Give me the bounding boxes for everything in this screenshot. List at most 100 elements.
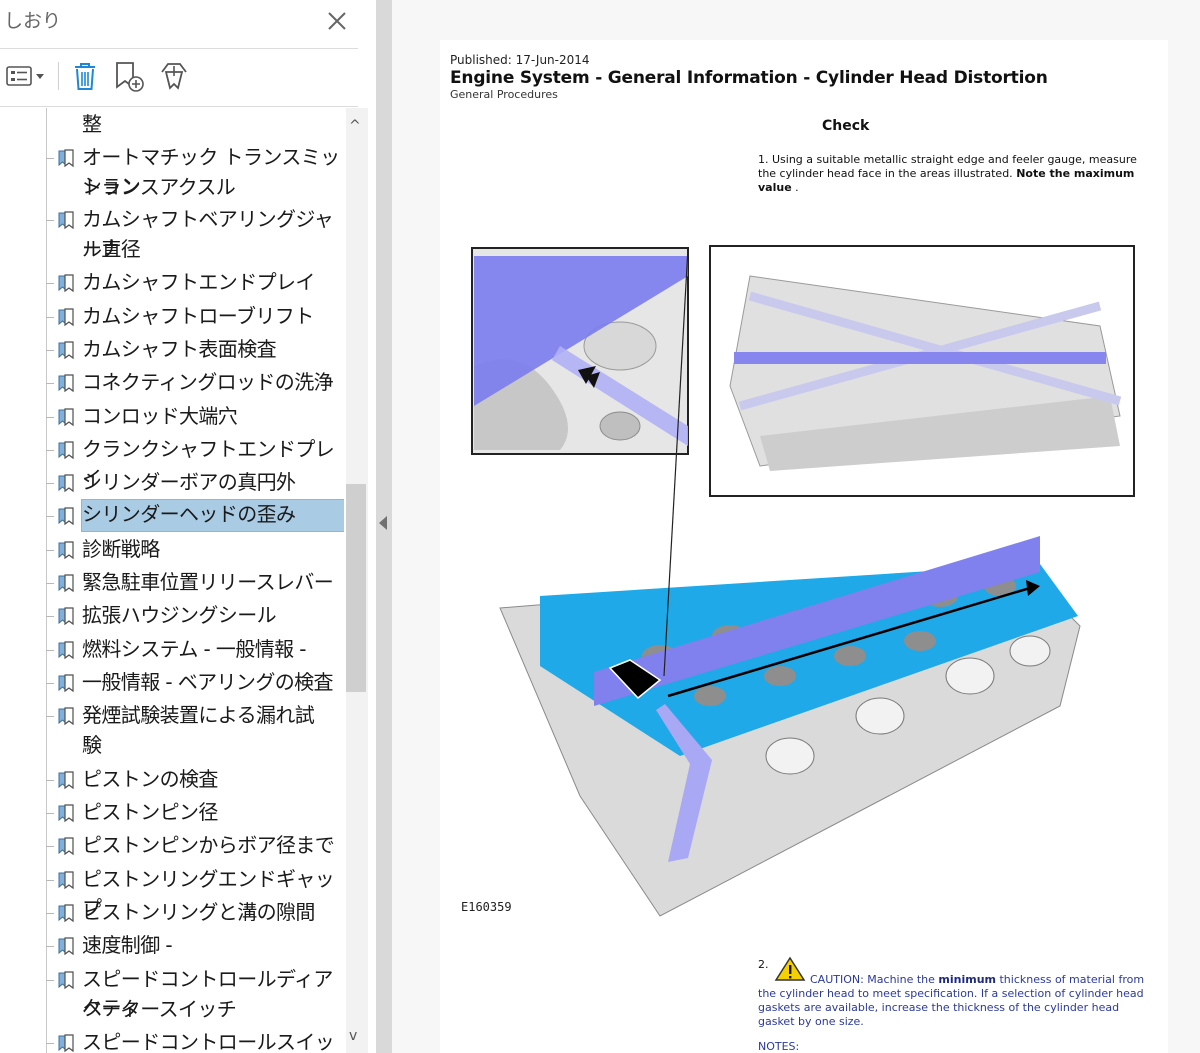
caution-bold: minimum xyxy=(938,973,996,986)
bookmark-icon xyxy=(58,971,74,990)
bookmark-icon xyxy=(58,211,74,230)
bookmark-label: 診断戦略 xyxy=(82,537,160,561)
divider xyxy=(0,106,358,107)
bookmark-label: ピストンピン径 xyxy=(82,800,218,824)
bookmark-icon xyxy=(58,871,74,890)
expand-bookmark-icon[interactable] xyxy=(156,58,192,94)
new-bookmark-icon[interactable] xyxy=(112,58,148,94)
bookmark-label: トランスアクスル xyxy=(82,175,236,199)
tree-connector xyxy=(46,913,54,914)
bookmark-icon xyxy=(58,507,74,526)
collapse-arrow-icon[interactable] xyxy=(379,516,387,530)
tree-connector xyxy=(46,283,54,284)
bookmark-label: 験 xyxy=(82,733,102,757)
divider xyxy=(0,48,358,49)
caution-lead: CAUTION: Machine the xyxy=(810,973,939,986)
toolbar-separator xyxy=(58,62,59,90)
bookmark-icon xyxy=(58,474,74,493)
bookmarks-panel: しおり 整 オートマチック トランスミッション トランスアクスル カムシャフトベアリ… xyxy=(0,0,376,1053)
scroll-down-icon[interactable]: v xyxy=(349,1028,357,1044)
published-date: Published: 17-Jun-2014 xyxy=(450,53,590,67)
bookmark-icon xyxy=(58,837,74,856)
tree-connector xyxy=(46,813,54,814)
section-heading: Check xyxy=(822,118,870,134)
tree-connector xyxy=(46,450,54,451)
continued-label: 整 xyxy=(82,112,102,136)
overview-inset xyxy=(709,245,1135,497)
bookmark-icon xyxy=(58,274,74,293)
bookmark-icon xyxy=(58,341,74,360)
tree-connector xyxy=(46,616,54,617)
notes-heading: NOTES: xyxy=(758,1040,800,1053)
bookmark-label: 拡張ハウジングシール xyxy=(82,603,277,627)
figure-code: E160359 xyxy=(461,900,512,914)
cylinder-head-illustration xyxy=(471,245,1135,917)
bookmark-icon xyxy=(58,441,74,460)
bookmark-icon xyxy=(58,374,74,393)
bookmark-label: 緊急駐車位置リリースレバー xyxy=(82,570,334,594)
bookmark-label: シリンダーヘッドの歪み xyxy=(81,499,344,532)
tree-connector xyxy=(46,516,54,517)
bookmark-label: 発煙試験装置による漏れ試 xyxy=(82,703,315,727)
bookmark-label: シリンダーボアの真円外 xyxy=(82,470,296,494)
scrollbar-thumb[interactable] xyxy=(346,484,366,692)
tree-connector xyxy=(46,716,54,717)
bookmark-label: ベータースイッチ xyxy=(82,997,237,1021)
tree-connector xyxy=(46,550,54,551)
bookmark-label: スピードコントロールスイッチ xyxy=(82,1030,335,1053)
panel-title: しおり xyxy=(4,10,62,32)
bookmark-label: コネクティングロッドの洗浄 xyxy=(82,370,334,394)
list-options-icon[interactable] xyxy=(4,58,46,94)
tree-connector xyxy=(46,780,54,781)
trash-icon[interactable] xyxy=(70,58,100,94)
close-icon[interactable] xyxy=(322,6,352,36)
bookmark-label: 一般情報 - ベアリングの検査 xyxy=(82,670,334,694)
bookmark-icon xyxy=(58,937,74,956)
bookmark-label: ピストンリングと溝の隙間 xyxy=(82,900,315,924)
tree-connector xyxy=(46,350,54,351)
tree-connector xyxy=(46,846,54,847)
tree-connector xyxy=(46,946,54,947)
bookmark-icon xyxy=(58,308,74,327)
tree-connector xyxy=(46,583,54,584)
step-2-number: 2. xyxy=(758,958,769,971)
bookmark-icon xyxy=(58,541,74,560)
bookmark-icon xyxy=(58,574,74,593)
caution-text: CAUTION: Machine the minimum thickness o… xyxy=(758,973,1150,1029)
bookmark-icon xyxy=(58,641,74,660)
tree-connector xyxy=(46,383,54,384)
tree-connector xyxy=(46,158,54,159)
bookmark-icon xyxy=(58,1034,74,1053)
page-title: Engine System - General Information - Cy… xyxy=(450,68,1048,88)
tree-connector xyxy=(46,1043,54,1044)
bookmark-icon xyxy=(58,904,74,923)
bookmark-label: 速度制御 - xyxy=(82,933,173,957)
tree-connector xyxy=(46,980,54,981)
tree-connector xyxy=(46,317,54,318)
bookmark-icon xyxy=(58,408,74,427)
detail-inset xyxy=(471,247,689,455)
bookmark-list: 整 オートマチック トランスミッション トランスアクスル カムシャフトベアリングジャ… xyxy=(0,108,344,1053)
bookmark-label: ル直径 xyxy=(82,237,141,261)
scrollbar[interactable]: ^ v xyxy=(346,108,368,1053)
bookmark-icon xyxy=(58,771,74,790)
page-subtitle: General Procedures xyxy=(450,88,558,101)
step-1-end: . xyxy=(791,181,799,194)
bookmark-icon xyxy=(58,607,74,626)
bookmark-label: ピストンピンからボア径まで xyxy=(82,833,335,857)
bookmark-label: 燃料システム - 一般情報 - xyxy=(82,637,307,661)
step-1-text: 1. Using a suitable metallic straight ed… xyxy=(758,153,1148,195)
tree-connector xyxy=(46,220,54,221)
tree-connector xyxy=(46,683,54,684)
bookmark-label: ピストンの検査 xyxy=(82,767,218,791)
panel-splitter[interactable] xyxy=(376,0,392,1053)
tree-connector xyxy=(46,483,54,484)
bookmark-icon xyxy=(58,707,74,726)
bookmark-label: カムシャフト表面検査 xyxy=(82,337,277,361)
tree-connector xyxy=(46,880,54,881)
bookmark-icon xyxy=(58,674,74,693)
tree-connector xyxy=(46,417,54,418)
tree-line xyxy=(46,108,47,1053)
bookmark-label: カムシャフトローブリフト xyxy=(82,304,314,328)
scroll-up-icon[interactable]: ^ xyxy=(349,118,361,134)
